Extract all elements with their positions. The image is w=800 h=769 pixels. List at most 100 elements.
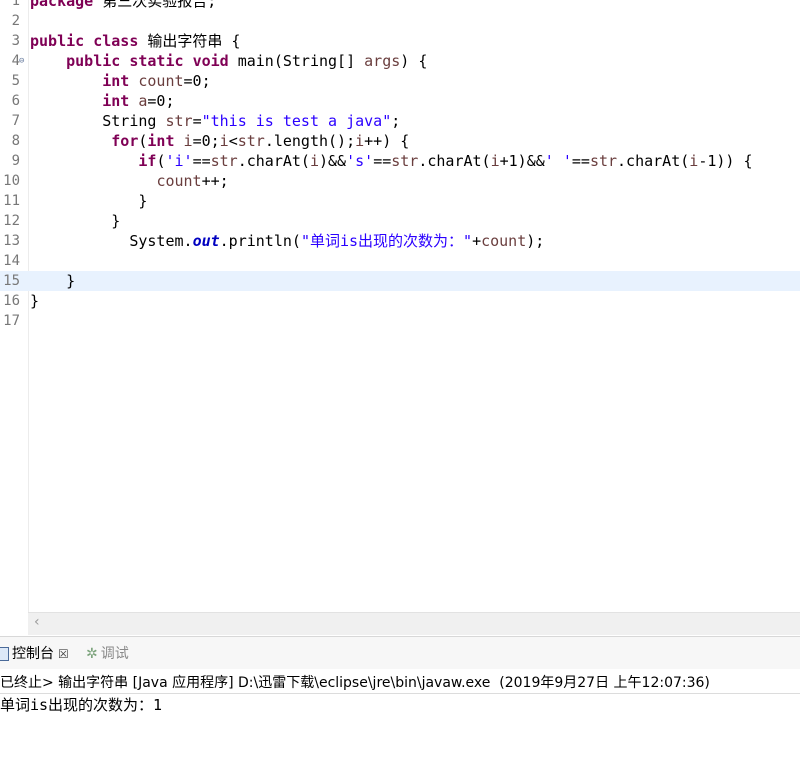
code-line[interactable]: 10 count++; <box>0 171 800 191</box>
code-token: "this is test a java" <box>201 112 392 130</box>
line-number: 17 <box>3 313 20 329</box>
line-number: 16 <box>3 293 20 309</box>
line-number: 12 <box>3 213 20 229</box>
code-text: for(int i=0;i<str.length();i++) { <box>30 131 409 151</box>
tab-debug[interactable]: ✲ 调试 <box>86 642 129 666</box>
code-line[interactable]: 11 } <box>0 191 800 211</box>
console-output[interactable]: 单词is出现的次数为：1 <box>0 695 800 715</box>
code-token: .length(); <box>264 132 356 150</box>
code-line[interactable]: 13 System.out.println("单词is出现的次数为："+coun… <box>0 231 800 251</box>
horizontal-scrollbar[interactable]: ‹ <box>28 612 800 635</box>
code-token: str <box>210 152 238 170</box>
code-token: "单词is出现的次数为：" <box>300 232 473 250</box>
code-line[interactable]: 7 String str="this is test a java"; <box>0 111 800 131</box>
line-number: 1 <box>11 0 20 9</box>
code-token: ++) { <box>364 132 410 150</box>
line-number: 8 <box>11 133 20 149</box>
code-token: for <box>111 132 139 150</box>
code-token: main(String[] <box>228 52 365 70</box>
code-token: +1)&& <box>499 152 545 170</box>
code-token: .println( <box>219 232 301 250</box>
code-token: =0; <box>192 132 220 150</box>
code-token: args <box>364 52 401 70</box>
line-number: 6 <box>11 93 20 109</box>
code-token: String <box>30 112 166 130</box>
code-token: i <box>490 152 500 170</box>
code-text: int a=0; <box>30 91 174 111</box>
code-token: void <box>192 52 229 70</box>
code-token: .charAt( <box>418 152 491 170</box>
code-token: class <box>93 32 139 50</box>
console-panel: 控制台 ☒ ✲ 调试 已终止> 输出字符串 [Java 应用程序] D:\迅雷下载\… <box>0 636 800 769</box>
code-line[interactable]: 8 for(int i=0;i<str.length();i++) { <box>0 131 800 151</box>
code-line[interactable]: 17 <box>0 311 800 331</box>
code-line[interactable]: 6 int a=0; <box>0 91 800 111</box>
code-token: i <box>689 152 699 170</box>
line-number: 11 <box>3 193 20 209</box>
code-editor[interactable]: 1 package 第三次实验报告; 2 3 public class 输出字符串 {4… <box>0 0 800 612</box>
code-token: int <box>102 92 130 110</box>
code-token: } <box>30 192 148 210</box>
code-token: static <box>129 52 184 70</box>
line-number: 2 <box>11 13 20 29</box>
code-line[interactable]: 12 } <box>0 211 800 231</box>
code-line[interactable]: 14 <box>0 251 800 271</box>
tab-debug-label: 调试 <box>100 646 129 662</box>
code-line[interactable]: 3 public class 输出字符串 { <box>0 31 800 51</box>
console-status-line: 已终止> 输出字符串 [Java 应用程序] D:\迅雷下载\eclipse\j… <box>0 673 800 694</box>
code-token: 输出字符串 { <box>138 32 241 50</box>
code-token: count <box>138 72 184 90</box>
tab-console-label: 控制台 <box>12 646 54 662</box>
line-number: 3 <box>11 33 20 49</box>
code-line[interactable]: 1 package 第三次实验报告; <box>0 0 800 11</box>
code-token: == <box>571 152 590 170</box>
code-line[interactable]: 16} <box>0 291 800 311</box>
code-token: )&& <box>319 152 347 170</box>
close-icon[interactable]: ☒ <box>58 647 69 661</box>
code-text: } <box>30 191 147 211</box>
line-number: 10 <box>3 173 20 189</box>
code-text: count++; <box>30 171 228 191</box>
code-line[interactable]: 2 <box>0 11 800 31</box>
code-token: int <box>102 72 130 90</box>
code-text: String str="this is test a java"; <box>30 111 400 131</box>
code-line[interactable]: 5 int count=0; <box>0 71 800 91</box>
code-line[interactable]: 9 if('i'==str.charAt(i)&&'s'==str.charAt… <box>0 151 800 171</box>
code-token: ' ' <box>544 152 572 170</box>
code-token: public <box>30 32 85 50</box>
code-token: str <box>589 152 618 170</box>
code-text: public class 输出字符串 { <box>30 31 240 51</box>
code-token: i <box>219 132 229 150</box>
code-token: out <box>192 232 220 250</box>
code-token: 第三次实验报告; <box>93 0 217 10</box>
line-number: 5 <box>11 73 20 89</box>
fold-icon[interactable]: ⊖ <box>19 51 24 71</box>
code-token: count <box>156 172 202 190</box>
tab-console[interactable]: 控制台 ☒ <box>0 642 69 666</box>
code-token: =0; <box>183 72 211 90</box>
code-line[interactable]: 15 } <box>0 271 800 291</box>
code-text: package 第三次实验报告; <box>30 0 216 11</box>
console-tabbar: 控制台 ☒ ✲ 调试 <box>0 637 800 669</box>
code-token: ); <box>526 232 545 250</box>
line-number: 7 <box>11 113 20 129</box>
code-line[interactable]: 4 ⊖ public static void main(String[] args… <box>0 51 800 71</box>
code-token: .charAt( <box>237 152 310 170</box>
scroll-left-icon[interactable]: ‹ <box>34 614 40 630</box>
bug-icon: ✲ <box>86 646 98 662</box>
code-token: -1)) { <box>698 152 753 170</box>
code-text: public static void main(String[] args) { <box>30 51 427 71</box>
line-number: 9 <box>11 153 20 169</box>
code-token: i <box>309 152 319 170</box>
code-text: int count=0; <box>30 71 211 91</box>
code-token: = <box>192 112 202 130</box>
code-token: < <box>228 132 238 150</box>
code-token: + <box>472 232 482 250</box>
code-token: public <box>66 52 121 70</box>
